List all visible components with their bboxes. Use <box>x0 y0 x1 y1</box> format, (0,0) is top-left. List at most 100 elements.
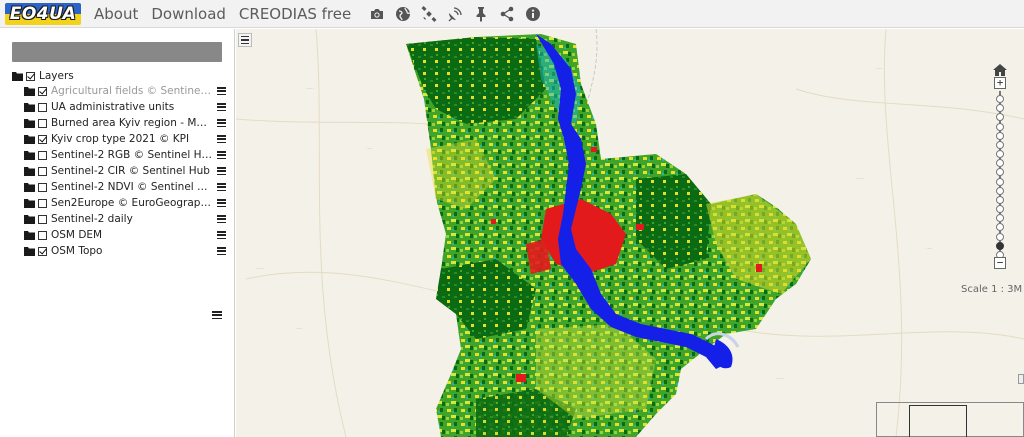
zoom-tick[interactable] <box>996 168 1004 177</box>
folder-icon[interactable] <box>24 198 35 208</box>
nav-about[interactable]: About <box>94 5 138 23</box>
layer-checkbox[interactable] <box>38 86 47 96</box>
layer-item[interactable]: Sentinel-2 NDVI © Sentinel Hub <box>24 179 226 195</box>
layer-checkbox[interactable] <box>38 198 47 208</box>
zoom-control: + − <box>993 61 1007 271</box>
svg-text:.....: ..... <box>856 175 864 181</box>
map-menu-button[interactable] <box>238 33 252 47</box>
zoom-tick[interactable] <box>996 140 1004 149</box>
layer-item[interactable]: Sen2Europe © EuroGeographics ... <box>24 195 226 211</box>
folder-icon[interactable] <box>24 150 35 160</box>
layer-search-input[interactable] <box>12 42 222 62</box>
camera-icon[interactable] <box>369 6 385 22</box>
layer-item[interactable]: UA administrative units <box>24 99 226 115</box>
layer-checkbox[interactable] <box>38 150 47 160</box>
svg-text:.....: ..... <box>256 265 264 271</box>
layer-tree: Layers Agricultural fields © Sentinel Hu… <box>12 69 226 259</box>
layer-menu-icon[interactable] <box>217 87 226 95</box>
layer-item[interactable]: Sentinel-2 RGB © Sentinel Hub <box>24 147 226 163</box>
zoom-tick[interactable] <box>996 122 1004 131</box>
layer-label: Sentinel-2 daily <box>51 213 133 225</box>
layer-checkbox[interactable] <box>38 166 47 176</box>
layer-checkbox[interactable] <box>38 182 47 192</box>
zoom-tick[interactable] <box>996 150 1004 159</box>
layer-item[interactable]: Burned area Kyiv region - March 2... <box>24 115 226 131</box>
zoom-in-button[interactable]: + <box>994 77 1006 89</box>
layer-item[interactable]: Sentinel-2 CIR © Sentinel Hub <box>24 163 226 179</box>
layers-root[interactable]: Layers <box>12 69 226 83</box>
folder-open-icon[interactable] <box>12 71 23 81</box>
zoom-tick[interactable] <box>996 159 1004 168</box>
zoom-tick[interactable] <box>996 131 1004 140</box>
satellite-dish-icon[interactable] <box>447 6 463 22</box>
layer-menu-icon[interactable] <box>217 215 226 223</box>
folder-icon[interactable] <box>24 230 35 240</box>
layer-checkbox[interactable] <box>38 214 47 224</box>
layer-item[interactable]: Sentinel-2 daily <box>24 211 226 227</box>
overview-map[interactable] <box>876 402 1024 437</box>
layer-menu-icon[interactable] <box>217 167 226 175</box>
folder-icon[interactable] <box>24 118 35 128</box>
layer-label: UA administrative units <box>51 101 175 113</box>
zoom-tick[interactable] <box>996 241 1004 250</box>
zoom-tick[interactable] <box>996 223 1004 232</box>
layer-checkbox[interactable] <box>38 134 47 144</box>
zoom-tick[interactable] <box>996 232 1004 241</box>
info-icon[interactable] <box>525 6 541 22</box>
pin-icon[interactable] <box>473 6 489 22</box>
layer-item[interactable]: Kyiv crop type 2021 © KPI <box>24 131 226 147</box>
nav-download[interactable]: Download <box>151 5 226 23</box>
zoom-tick[interactable] <box>996 113 1004 122</box>
layer-label: OSM DEM <box>51 229 103 241</box>
layers-root-checkbox[interactable] <box>26 71 35 81</box>
layer-menu-icon[interactable] <box>217 231 226 239</box>
layer-sidebar: Layers Agricultural fields © Sentinel Hu… <box>0 29 235 437</box>
zoom-tick[interactable] <box>996 205 1004 214</box>
folder-icon[interactable] <box>24 214 35 224</box>
svg-text:....: .... <box>876 65 883 71</box>
zoom-tick[interactable] <box>996 195 1004 204</box>
layer-menu-icon[interactable] <box>217 151 226 159</box>
layer-item[interactable]: OSM Topo <box>24 243 226 259</box>
nav-creodias-free[interactable]: CREODIAS free <box>239 5 351 23</box>
folder-icon[interactable] <box>24 166 35 176</box>
layer-menu-icon[interactable] <box>217 119 226 127</box>
zoom-tick[interactable] <box>996 177 1004 186</box>
overview-extent-box[interactable] <box>909 405 967 437</box>
folder-icon[interactable] <box>24 246 35 256</box>
home-icon[interactable] <box>993 61 1007 76</box>
layer-menu-icon[interactable] <box>217 135 226 143</box>
layer-label: Sen2Europe © EuroGeographics ... <box>51 197 213 209</box>
zoom-out-button[interactable]: − <box>994 257 1006 269</box>
layer-checkbox[interactable] <box>38 246 47 256</box>
layer-item[interactable]: Agricultural fields © Sentinel Hub <box>24 83 226 99</box>
layer-menu-icon[interactable] <box>217 183 226 191</box>
satellite-icon[interactable] <box>421 5 437 22</box>
folder-icon[interactable] <box>24 134 35 144</box>
map-view[interactable]: .................. .................. + … <box>236 29 1024 437</box>
layer-menu-icon[interactable] <box>217 199 226 207</box>
layer-menu-icon[interactable] <box>217 247 226 255</box>
logo[interactable]: EO4UA <box>5 2 81 25</box>
overview-toggle[interactable] <box>1018 374 1024 384</box>
zoom-tick[interactable] <box>996 104 1004 113</box>
zoom-tick[interactable] <box>996 214 1004 223</box>
share-icon[interactable] <box>499 6 515 22</box>
layer-menu-icon[interactable] <box>217 103 226 111</box>
folder-icon[interactable] <box>24 86 35 96</box>
layer-checkbox[interactable] <box>38 118 47 128</box>
layer-label: Sentinel-2 RGB © Sentinel Hub <box>51 149 213 161</box>
layer-label: OSM Topo <box>51 245 103 257</box>
folder-icon[interactable] <box>24 102 35 112</box>
zoom-tick[interactable] <box>996 186 1004 195</box>
map-canvas[interactable]: .................. .................. <box>236 29 1024 437</box>
folder-icon[interactable] <box>24 182 35 192</box>
layer-checkbox[interactable] <box>38 102 47 112</box>
layer-checkbox[interactable] <box>38 230 47 240</box>
svg-text:.....: ..... <box>306 85 314 91</box>
layer-item[interactable]: OSM DEM <box>24 227 226 243</box>
zoom-tick[interactable] <box>996 95 1004 103</box>
sidebar-menu-icon[interactable] <box>212 311 222 319</box>
globe-icon[interactable] <box>395 6 411 22</box>
header-bar: EO4UA About Download CREODIAS free <box>0 0 1024 28</box>
